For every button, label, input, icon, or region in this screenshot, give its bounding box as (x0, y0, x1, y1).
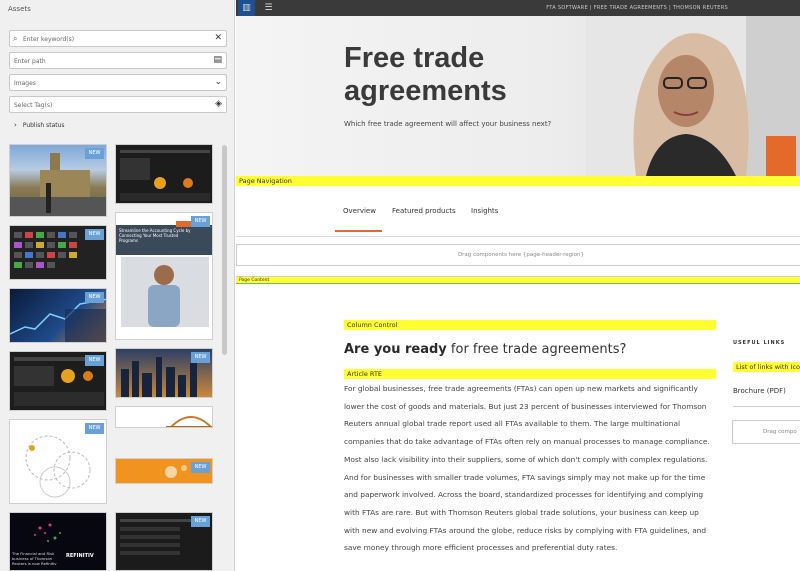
page-editor: ▥ ☰ FTA SOFTWARE | FREE TRADE AGREEMENTS… (236, 0, 800, 571)
thumb-accounting-cycle[interactable]: Streamline the Accounting Cycle by Conne… (115, 212, 213, 340)
thumb-bridge[interactable] (115, 406, 213, 428)
page-navigation-label[interactable]: Page Navigation (236, 176, 800, 186)
article-body[interactable]: For global businesses, free trade agreem… (344, 380, 716, 557)
new-badge: NEW (191, 516, 210, 527)
article-heading: Are you ready for free trade agreements? (344, 342, 626, 357)
nav-tab-insights[interactable]: Insights (471, 207, 498, 215)
new-badge: NEW (85, 292, 104, 303)
toggle-side-panel-icon[interactable]: ▥ (238, 0, 255, 16)
keyword-placeholder: Enter keyword(s) (23, 36, 75, 43)
hero-title: Free trade agreements (344, 42, 507, 107)
folder-browse-icon[interactable]: ▤ (213, 55, 222, 66)
chevron-down-icon: ⌄ (214, 77, 222, 87)
thumb-city[interactable]: NEW (115, 348, 213, 398)
assets-panel: Assets ⌕ Enter keyword(s) ✕ Enter path ▤… (0, 0, 235, 571)
tags-stack-icon[interactable]: ◈ (215, 99, 222, 110)
asset-type-value: Images (14, 80, 36, 87)
tags-select[interactable]: Select Tag(s) ◈ (9, 96, 227, 113)
column-control-label[interactable]: Column Control (344, 320, 716, 330)
thumb-refinitiv[interactable]: The Financial and Risk business of Thoms… (9, 512, 107, 571)
asset-type-select[interactable]: Images ⌄ (9, 74, 227, 91)
new-badge: NEW (85, 229, 104, 240)
search-icon: ⌕ (13, 34, 18, 43)
keyword-search-input[interactable]: ⌕ Enter keyword(s) ✕ (9, 30, 227, 47)
publish-status-toggle[interactable]: › Publish status (14, 121, 71, 129)
clear-icon[interactable]: ✕ (214, 33, 222, 44)
brochure-link[interactable]: Brochure (PDF) (733, 387, 786, 395)
assets-scrollbar[interactable] (222, 145, 227, 355)
hero-banner[interactable]: Free trade agreements Which free trade a… (236, 16, 800, 176)
assets-title: Assets (8, 5, 31, 13)
nav-tab-featured-products[interactable]: Featured products (392, 207, 456, 215)
link-divider (733, 406, 800, 407)
new-badge: NEW (191, 352, 210, 363)
page-content-label[interactable]: Page Content (236, 277, 800, 284)
heading-rest: for free trade agreements? (446, 342, 627, 357)
nav-divider (236, 236, 800, 237)
new-badge: NEW (85, 355, 104, 366)
thumb-dashboard-2[interactable]: NEW (9, 351, 107, 411)
businessman-image (121, 221, 209, 327)
heading-bold: Are you ready (344, 342, 447, 357)
publish-status-label: Publish status (22, 122, 65, 129)
path-input[interactable]: Enter path ▤ (9, 52, 227, 69)
header-drop-zone[interactable]: Drag components here {page-header-region… (236, 244, 800, 266)
article-rte-label[interactable]: Article RTE (344, 369, 716, 379)
new-badge: NEW (85, 423, 104, 434)
active-tab-underline (335, 230, 382, 232)
hero-subtitle: Which free trade agreement will affect y… (344, 120, 552, 128)
thumb-keyboard[interactable]: NEW (9, 225, 107, 280)
list-links-label[interactable]: List of links with Icon (733, 362, 800, 372)
sidebar-drop-zone[interactable]: Drag compo (732, 420, 800, 444)
useful-links-heading: USEFUL LINKS (733, 340, 786, 346)
particles-image (34, 523, 61, 542)
bridge-image (166, 416, 212, 427)
tags-placeholder: Select Tag(s) (14, 102, 53, 109)
chevron-right-icon: › (14, 121, 17, 129)
refinitiv-caption: The Financial and Risk business of Thoms… (12, 551, 57, 566)
editor-toolbar: ▥ ☰ FTA SOFTWARE | FREE TRADE AGREEMENTS… (236, 0, 800, 16)
refinitiv-logo: REFINITIV (66, 553, 94, 559)
nav-tab-overview[interactable]: Overview (343, 207, 376, 215)
dashboard-image (120, 150, 210, 201)
thumb-tablet[interactable]: NEW (9, 288, 107, 343)
new-badge: NEW (191, 216, 210, 227)
thumb-orange[interactable]: NEW (115, 458, 213, 484)
properties-icon[interactable]: ☰ (260, 0, 277, 16)
thumb-dashboard-3[interactable]: NEW (115, 512, 213, 571)
path-placeholder: Enter path (14, 58, 46, 65)
thumb-gears[interactable]: NEW (9, 419, 107, 504)
site-title: FTA SOFTWARE | FREE TRADE AGREEMENTS | T… (546, 5, 728, 11)
new-badge: NEW (85, 148, 104, 159)
hero-woman-image (586, 16, 800, 176)
thumb-dashboard-1[interactable] (115, 144, 213, 204)
new-badge: NEW (191, 462, 210, 473)
thumb-parliament[interactable]: NEW (9, 144, 107, 217)
